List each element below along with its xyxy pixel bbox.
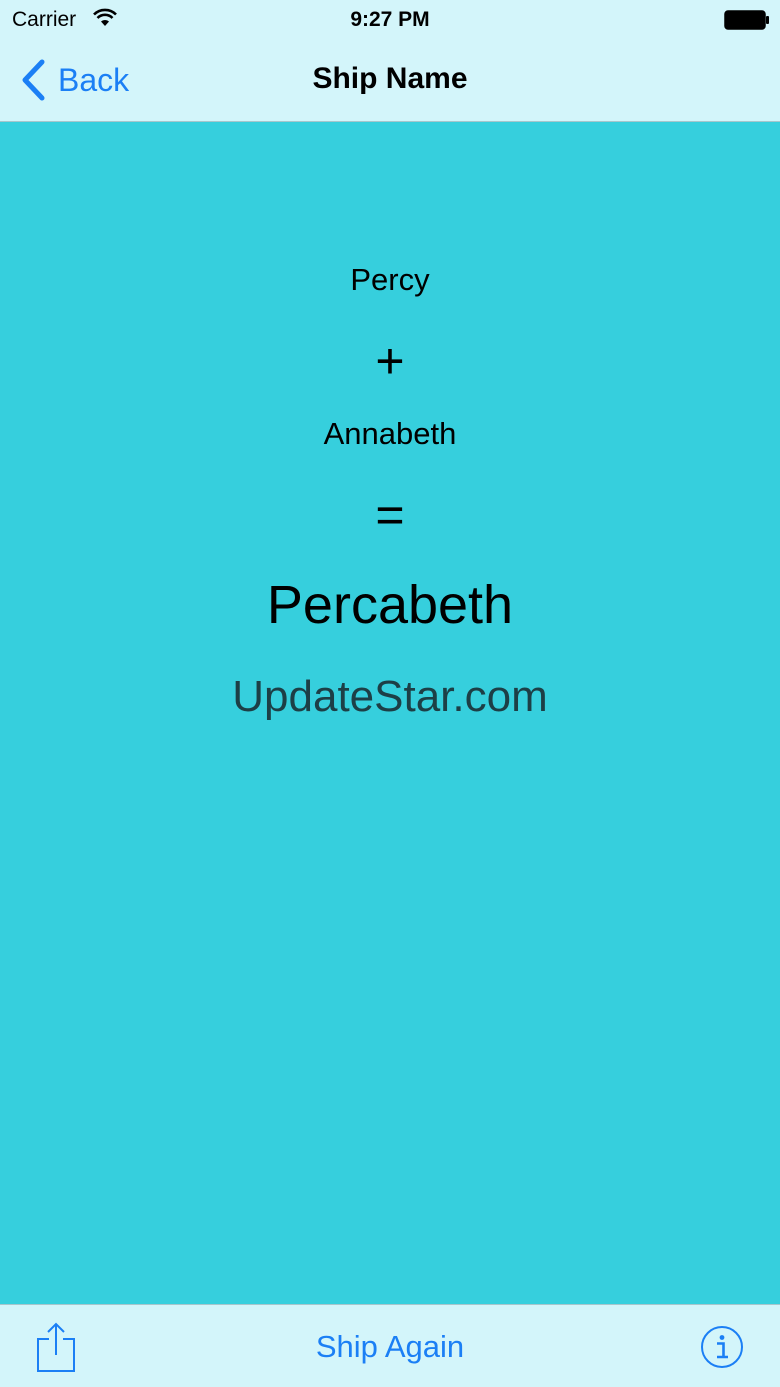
- second-name: Annabeth: [323, 416, 457, 451]
- watermark: UpdateStar.com: [232, 672, 548, 721]
- ship-again-button[interactable]: Ship Again: [316, 1329, 464, 1364]
- ship-again-button-wrapper: Ship Again: [0, 1329, 780, 1365]
- clock: 9:27 PM: [350, 8, 430, 31]
- equals-sign: =: [375, 487, 405, 543]
- share-icon[interactable]: [36, 1321, 76, 1373]
- screen: Carrier 9:27 PM Back Ship Name Percy + A…: [0, 0, 780, 1387]
- first-name: Percy: [350, 262, 430, 297]
- status-bar: Carrier 9:27 PM: [0, 0, 780, 40]
- plus-sign: +: [375, 333, 405, 389]
- battery-icon: [724, 10, 769, 30]
- page-title: Ship Name: [312, 62, 468, 95]
- info-icon[interactable]: [700, 1325, 744, 1369]
- ship-name-result: Percabeth: [266, 575, 514, 635]
- ship-result-content: Percy + Annabeth = Percabeth UpdateStar.…: [0, 122, 780, 1304]
- navigation-bar: Back Ship Name: [0, 40, 780, 122]
- bottom-toolbar: Ship Again: [0, 1304, 780, 1387]
